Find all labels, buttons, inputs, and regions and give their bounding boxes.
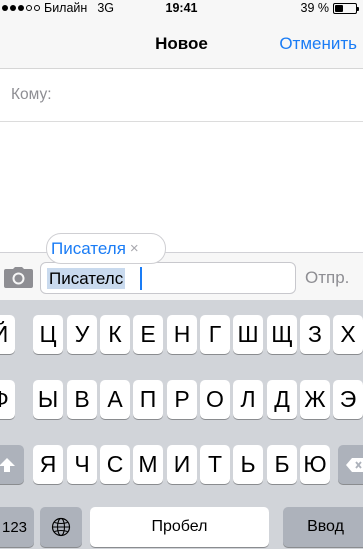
cancel-button[interactable]: Отменить	[279, 34, 357, 54]
autocorrect-suggestion[interactable]: Писателя ×	[46, 233, 166, 264]
space-key[interactable]: Пробел	[90, 507, 269, 547]
key[interactable]: М	[133, 445, 163, 484]
key[interactable]: О	[200, 380, 230, 419]
key[interactable]: Н	[167, 315, 197, 354]
recipient-label: Кому:	[11, 86, 52, 103]
battery-percent: 39 %	[300, 1, 330, 15]
backspace-icon	[346, 457, 363, 472]
key[interactable]: Р	[167, 380, 197, 419]
key[interactable]: Ц	[33, 315, 63, 354]
key[interactable]: Ж	[300, 380, 330, 419]
battery-fill	[335, 4, 343, 12]
status-bar: Билайн 3G 19:41 39 %	[0, 0, 363, 18]
message-input[interactable]: Писателс	[40, 262, 296, 294]
globe-key[interactable]	[40, 507, 82, 547]
key[interactable]: Ч	[67, 445, 97, 484]
key[interactable]: Т	[200, 445, 230, 484]
return-key[interactable]: Ввод	[283, 507, 363, 547]
key[interactable]: Э	[333, 380, 363, 419]
key[interactable]: Ш	[233, 315, 263, 354]
dismiss-suggestion-icon[interactable]: ×	[130, 240, 139, 257]
key[interactable]: Ф	[0, 380, 15, 419]
backspace-key[interactable]	[338, 445, 363, 484]
key[interactable]: Ы	[33, 380, 63, 419]
key[interactable]: У	[67, 315, 97, 354]
key[interactable]: Л	[233, 380, 263, 419]
status-right: 39 %	[300, 1, 359, 15]
key[interactable]: З	[300, 315, 330, 354]
key[interactable]: К	[100, 315, 130, 354]
camera-icon[interactable]	[4, 267, 33, 288]
shift-icon	[0, 457, 15, 472]
recipient-field[interactable]: Кому:	[0, 70, 363, 122]
key[interactable]: С	[100, 445, 130, 484]
battery-icon	[333, 2, 359, 14]
key[interactable]: Я	[33, 445, 63, 484]
messages-screen: Билайн 3G 19:41 39 % Новое Отменить Кому…	[0, 0, 363, 549]
key[interactable]: Д	[267, 380, 297, 419]
key[interactable]: П	[133, 380, 163, 419]
key[interactable]: Й	[0, 315, 15, 354]
numbers-key[interactable]: 123	[0, 507, 34, 547]
navigation-bar: Новое Отменить	[0, 18, 363, 69]
globe-icon	[51, 517, 71, 537]
key[interactable]: В	[67, 380, 97, 419]
keyboard: Й Ц У К Е Н Г Ш Щ З Х Ф Ы В А П Р О Л Д …	[0, 300, 363, 549]
key[interactable]: Б	[267, 445, 297, 484]
shift-key[interactable]	[0, 445, 24, 484]
key[interactable]: Ю	[300, 445, 330, 484]
text-cursor	[140, 267, 142, 290]
suggestion-text: Писателя	[51, 238, 126, 258]
key[interactable]: Г	[200, 315, 230, 354]
key[interactable]: Е	[133, 315, 163, 354]
send-button[interactable]: Отпр.	[305, 268, 349, 288]
key[interactable]: Ь	[233, 445, 263, 484]
key[interactable]: И	[167, 445, 197, 484]
key[interactable]: А	[100, 380, 130, 419]
key[interactable]: Х	[333, 315, 363, 354]
key[interactable]: Щ	[267, 315, 297, 354]
conversation-area	[0, 122, 363, 252]
message-text-selection: Писателс	[47, 268, 126, 289]
